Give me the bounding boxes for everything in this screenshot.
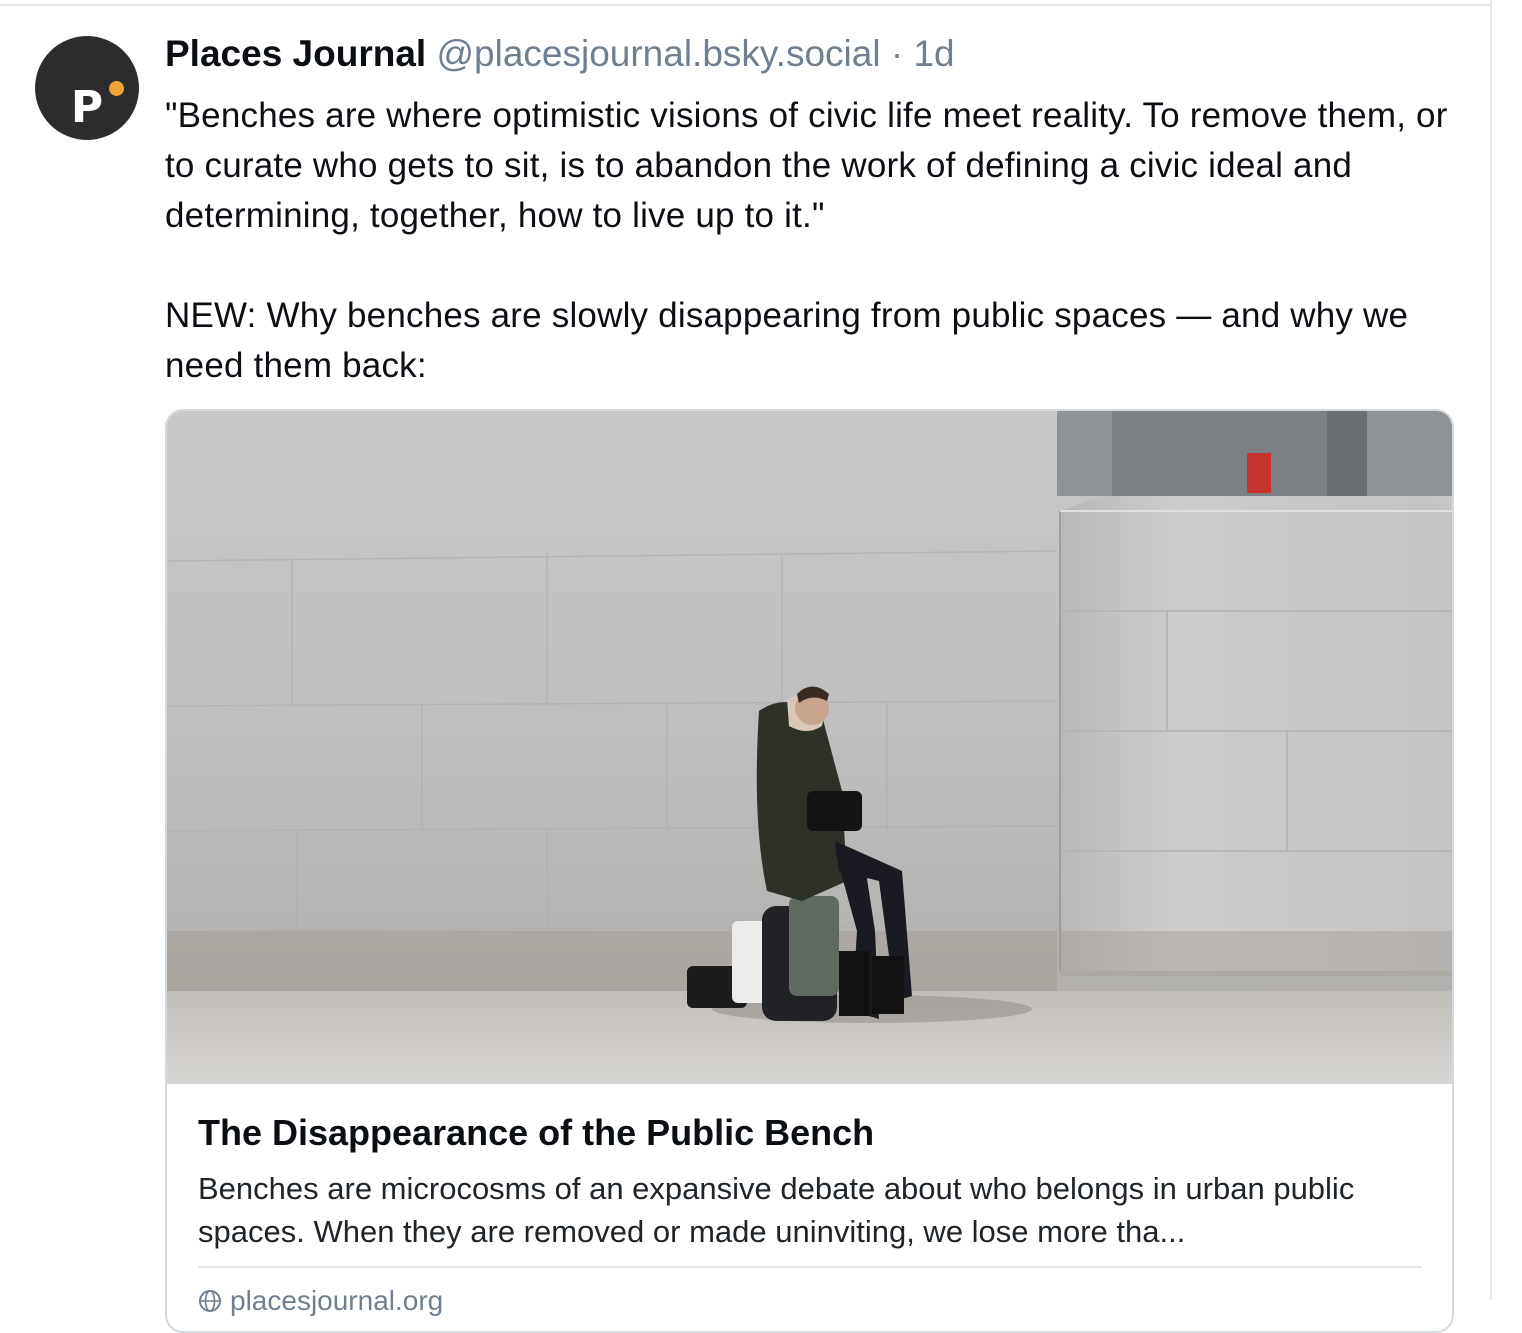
- header-separator: ·: [890, 33, 904, 74]
- link-card-description: Benches are microcosms of an expansive d…: [198, 1171, 1355, 1249]
- post-text-announcement: NEW: Why benches are slowly disappearing…: [165, 296, 1409, 385]
- author-handle[interactable]: @placesjournal.bsky.social: [436, 33, 880, 74]
- post-header: Places Journal @placesjournal.bsky.socia…: [165, 32, 955, 76]
- link-card-domain-row: placesjournal.org: [198, 1283, 443, 1319]
- post-text-quote: "Benches are where optimistic visions of…: [165, 96, 1448, 235]
- link-card-title: The Disappearance of the Public Bench: [198, 1112, 875, 1153]
- feed-post[interactable]: P Places Journal @placesjournal.bsky.soc…: [0, 6, 1490, 1333]
- author-avatar[interactable]: P: [35, 36, 139, 140]
- avatar-letter: P: [70, 82, 104, 133]
- link-card-divider: [198, 1266, 1422, 1268]
- feed-right-border: [1490, 0, 1492, 1300]
- link-card-domain: placesjournal.org: [230, 1285, 444, 1316]
- post-timestamp[interactable]: 1d: [913, 33, 954, 74]
- link-card-image: [167, 411, 1452, 1084]
- author-display-name[interactable]: Places Journal: [165, 33, 426, 74]
- post-body: "Benches are where optimistic visions of…: [165, 91, 1465, 391]
- globe-icon: [199, 1290, 221, 1312]
- link-preview-card[interactable]: The Disappearance of the Public Bench Be…: [165, 409, 1454, 1333]
